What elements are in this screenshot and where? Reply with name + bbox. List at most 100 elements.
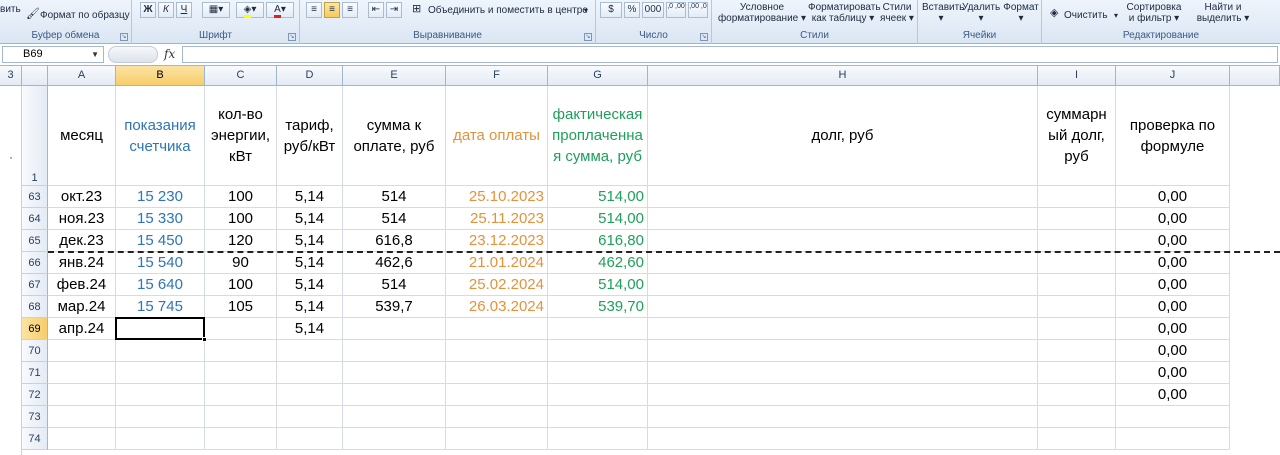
cell-f64[interactable]: 25.11.2023: [446, 208, 548, 230]
cell-c65[interactable]: 120: [205, 230, 277, 252]
column-header-i[interactable]: I: [1038, 66, 1116, 86]
cell-c68[interactable]: 105: [205, 296, 277, 318]
increase-indent-button[interactable]: ⇥: [386, 2, 402, 18]
cell-i72[interactable]: [1038, 384, 1116, 406]
cell-j69[interactable]: 0,00: [1116, 318, 1230, 340]
cell-d74[interactable]: [277, 428, 343, 450]
cell-j74[interactable]: [1116, 428, 1230, 450]
cell-g68[interactable]: 539,70: [548, 296, 648, 318]
cell-j63[interactable]: 0,00: [1116, 186, 1230, 208]
cell-e70[interactable]: [343, 340, 446, 362]
cell-c66[interactable]: 90: [205, 252, 277, 274]
row-header-65[interactable]: 65: [22, 230, 48, 252]
outline-level-button[interactable]: 3: [0, 66, 22, 86]
column-header-c[interactable]: C: [205, 66, 277, 86]
cell-d65[interactable]: 5,14: [277, 230, 343, 252]
cell-i66[interactable]: [1038, 252, 1116, 274]
row-header-73[interactable]: 73: [22, 406, 48, 428]
clear-dropdown-icon[interactable]: ▾: [1114, 10, 1118, 21]
cell-b73[interactable]: [116, 406, 205, 428]
cell-c69[interactable]: [205, 318, 277, 340]
clear-icon[interactable]: ◈: [1050, 8, 1058, 19]
column-title-b[interactable]: показания счетчика: [116, 86, 205, 186]
clipboard-launcher-icon[interactable]: ↘: [120, 33, 128, 41]
merge-center-icon[interactable]: ⊞: [412, 4, 421, 15]
row-header-72[interactable]: 72: [22, 384, 48, 406]
column-title-j[interactable]: проверка по формуле: [1116, 86, 1230, 186]
cell-f66[interactable]: 21.01.2024: [446, 252, 548, 274]
cell-a74[interactable]: [48, 428, 116, 450]
column-header-b[interactable]: B: [116, 66, 205, 86]
merge-dropdown-icon[interactable]: ▾: [584, 5, 588, 16]
thousands-button[interactable]: 000: [642, 2, 664, 18]
cell-b66[interactable]: 15 540: [116, 252, 205, 274]
sort-filter-button[interactable]: Сортировка и фильтр ▾: [1122, 2, 1186, 24]
cell-j68[interactable]: 0,00: [1116, 296, 1230, 318]
cell-d72[interactable]: [277, 384, 343, 406]
cell-b68[interactable]: 15 745: [116, 296, 205, 318]
cell-h68[interactable]: [648, 296, 1038, 318]
cell-c63[interactable]: 100: [205, 186, 277, 208]
cell-a69[interactable]: апр.24: [48, 318, 116, 340]
row-header-69[interactable]: 69: [22, 318, 48, 340]
cell-h67[interactable]: [648, 274, 1038, 296]
cell-j72[interactable]: 0,00: [1116, 384, 1230, 406]
cell-f65[interactable]: 23.12.2023: [446, 230, 548, 252]
paste-button-label[interactable]: вить: [0, 4, 21, 15]
cell-b74[interactable]: [116, 428, 205, 450]
cell-a73[interactable]: [48, 406, 116, 428]
clear-button[interactable]: Очистить: [1064, 10, 1108, 21]
cell-g64[interactable]: 514,00: [548, 208, 648, 230]
italic-button[interactable]: К: [158, 2, 174, 18]
cell-a68[interactable]: мар.24: [48, 296, 116, 318]
row-header-1[interactable]: 1: [22, 86, 48, 186]
cell-h74[interactable]: [648, 428, 1038, 450]
find-select-button[interactable]: Найти и выделить ▾: [1188, 2, 1258, 24]
cell-b63[interactable]: 15 230: [116, 186, 205, 208]
cell-styles-button[interactable]: Стили ячеек ▾: [878, 2, 916, 24]
cell-c72[interactable]: [205, 384, 277, 406]
row-header-66[interactable]: 66: [22, 252, 48, 274]
column-header-e[interactable]: E: [343, 66, 446, 86]
cell-e71[interactable]: [343, 362, 446, 384]
cell-c74[interactable]: [205, 428, 277, 450]
fill-handle[interactable]: [202, 337, 207, 342]
cell-b67[interactable]: 15 640: [116, 274, 205, 296]
column-header-f[interactable]: F: [446, 66, 548, 86]
cell-g63[interactable]: 514,00: [548, 186, 648, 208]
cell-h65[interactable]: [648, 230, 1038, 252]
cell-b72[interactable]: [116, 384, 205, 406]
percent-button[interactable]: %: [624, 2, 640, 18]
row-header-67[interactable]: 67: [22, 274, 48, 296]
format-as-table-button[interactable]: Форматировать как таблицу ▾: [808, 2, 881, 24]
format-painter-icon[interactable]: 🖌: [26, 9, 40, 20]
cell-i68[interactable]: [1038, 296, 1116, 318]
row-header-63[interactable]: 63: [22, 186, 48, 208]
decrease-decimal-button[interactable]: ,00 ,0: [688, 2, 708, 18]
name-box[interactable]: B69 ▼: [2, 46, 104, 63]
cell-c73[interactable]: [205, 406, 277, 428]
insert-cells-button[interactable]: Вставить ▾: [922, 2, 964, 24]
cell-h64[interactable]: [648, 208, 1038, 230]
cell-b71[interactable]: [116, 362, 205, 384]
column-title-c[interactable]: кол-во энергии, кВт: [205, 86, 277, 186]
column-title-g[interactable]: фактическая проплаченна я сумма, руб: [548, 86, 648, 186]
cell-e68[interactable]: 539,7: [343, 296, 446, 318]
cell-f67[interactable]: 25.02.2024: [446, 274, 548, 296]
row-header-70[interactable]: 70: [22, 340, 48, 362]
cell-d68[interactable]: 5,14: [277, 296, 343, 318]
cell-c71[interactable]: [205, 362, 277, 384]
row-header-64[interactable]: 64: [22, 208, 48, 230]
cell-g70[interactable]: [548, 340, 648, 362]
cell-e65[interactable]: 616,8: [343, 230, 446, 252]
cell-h66[interactable]: [648, 252, 1038, 274]
delete-cells-button[interactable]: Удалить ▾: [962, 2, 1000, 24]
formula-input[interactable]: [182, 46, 1278, 63]
column-title-d[interactable]: тариф, руб/кВт: [277, 86, 343, 186]
cell-f69[interactable]: [446, 318, 548, 340]
cell-e66[interactable]: 462,6: [343, 252, 446, 274]
align-left-button[interactable]: ≡: [306, 2, 322, 18]
conditional-formatting-button[interactable]: Условное форматирование ▾: [716, 2, 808, 24]
font-launcher-icon[interactable]: ↘: [288, 33, 296, 41]
cell-d64[interactable]: 5,14: [277, 208, 343, 230]
